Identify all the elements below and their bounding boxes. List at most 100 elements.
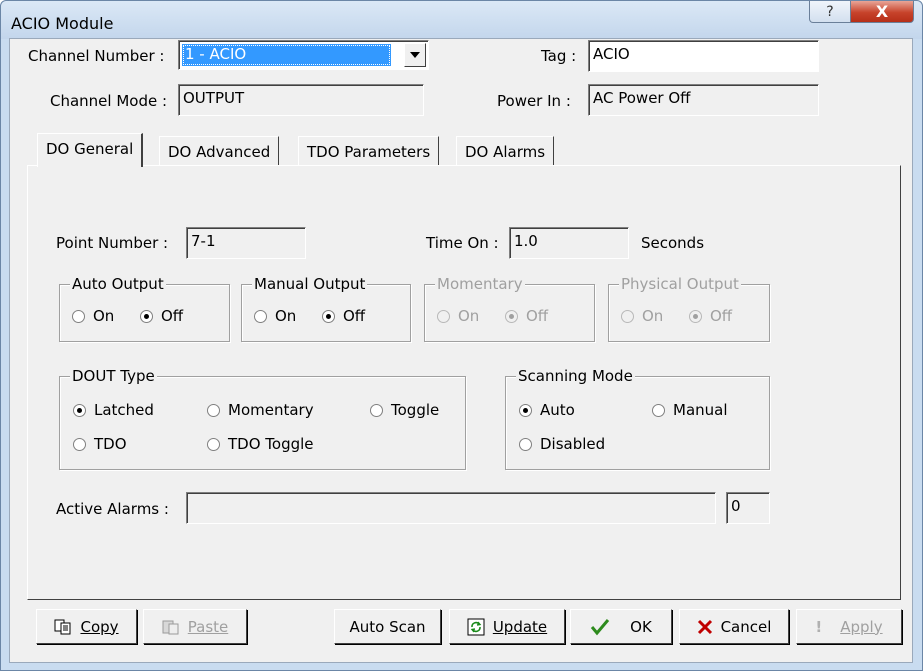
paste-button-label: Paste xyxy=(187,617,229,636)
radio-icon xyxy=(140,309,153,323)
manual-output-off-radio[interactable]: Off xyxy=(322,307,365,325)
tab-do-advanced-label: DO Advanced xyxy=(168,143,271,161)
physical-output-off-radio: Off xyxy=(689,307,732,325)
auto-output-off-radio[interactable]: Off xyxy=(140,307,183,325)
auto-output-on-radio[interactable]: On xyxy=(72,307,114,325)
radio-icon xyxy=(505,309,518,323)
dout-momentary-radio[interactable]: Momentary xyxy=(207,401,314,419)
channel-number-label: Channel Number : xyxy=(28,47,165,65)
chevron-down-icon xyxy=(410,52,420,58)
radio-icon xyxy=(652,403,665,417)
radio-icon xyxy=(519,403,532,417)
channel-number-dropdown-button[interactable] xyxy=(404,43,426,67)
close-icon: X xyxy=(875,2,889,21)
scan-manual-radio[interactable]: Manual xyxy=(652,401,728,419)
radio-label: Toggle xyxy=(391,401,440,419)
dout-type-group: DOUT Type Latched Momentary Toggle TDO T… xyxy=(59,367,466,470)
radio-label: Manual xyxy=(673,401,728,419)
auto-scan-button[interactable]: Auto Scan xyxy=(334,609,441,644)
copy-icon xyxy=(54,619,71,634)
scanning-mode-group: Scanning Mode Auto Manual Disabled xyxy=(505,367,770,470)
title-bar[interactable]: ACIO Module ? X xyxy=(1,1,922,39)
apply-button-label: Apply xyxy=(840,617,883,636)
channel-mode-label: Channel Mode : xyxy=(50,92,168,110)
radio-label: Off xyxy=(526,307,549,325)
power-in-field: AC Power Off xyxy=(588,84,819,116)
dout-toggle-radio[interactable]: Toggle xyxy=(370,401,439,419)
help-button[interactable]: ? xyxy=(809,1,851,23)
power-in-label: Power In : xyxy=(497,92,571,110)
checkmark-icon xyxy=(591,618,610,635)
paste-icon xyxy=(162,620,179,634)
tag-label: Tag : xyxy=(541,47,577,65)
scan-auto-radio[interactable]: Auto xyxy=(519,401,575,419)
radio-icon xyxy=(207,437,220,451)
refresh-icon xyxy=(467,618,485,635)
update-button-label: Update xyxy=(492,617,548,636)
radio-label: Off xyxy=(343,307,366,325)
dout-tdo-toggle-radio[interactable]: TDO Toggle xyxy=(207,435,314,453)
auto-scan-button-label: Auto Scan xyxy=(349,617,426,636)
time-on-unit: Seconds xyxy=(641,234,705,252)
do-general-panel: Point Number : 7-1 Time On : 1.0 Seconds… xyxy=(27,165,901,600)
channel-number-select[interactable]: 1 - ACIO xyxy=(178,40,429,70)
tab-tdo-parameters[interactable]: TDO Parameters xyxy=(298,136,440,166)
copy-button[interactable]: Copy xyxy=(36,609,137,644)
radio-label: On xyxy=(642,307,664,325)
tab-do-general-label: DO General xyxy=(46,140,134,158)
cancel-button-label: Cancel xyxy=(720,617,772,636)
radio-label: Disabled xyxy=(540,435,606,453)
apply-button[interactable]: ! Apply xyxy=(796,609,902,644)
radio-label: TDO xyxy=(94,435,127,453)
window-title: ACIO Module xyxy=(11,14,114,33)
dout-latched-radio[interactable]: Latched xyxy=(73,401,154,419)
ok-button[interactable]: OK xyxy=(570,609,672,644)
momentary-off-radio: Off xyxy=(505,307,548,325)
tab-do-general[interactable]: DO General xyxy=(37,133,144,167)
manual-output-on-radio[interactable]: On xyxy=(254,307,296,325)
manual-output-title: Manual Output xyxy=(252,275,368,293)
momentary-title: Momentary xyxy=(435,275,525,293)
dout-type-title: DOUT Type xyxy=(70,367,157,385)
radio-label: On xyxy=(93,307,115,325)
radio-label: Off xyxy=(161,307,184,325)
radio-icon xyxy=(437,309,450,323)
update-button[interactable]: Update xyxy=(449,609,565,644)
auto-output-group: Auto Output On Off xyxy=(59,275,230,342)
point-number-label: Point Number : xyxy=(56,234,169,252)
radio-label: On xyxy=(275,307,297,325)
radio-label: Off xyxy=(710,307,733,325)
manual-output-group: Manual Output On Off xyxy=(241,275,411,342)
paste-button[interactable]: Paste xyxy=(143,609,247,644)
scanning-mode-title: Scanning Mode xyxy=(516,367,635,385)
tab-tdo-parameters-label: TDO Parameters xyxy=(307,143,431,161)
tab-do-advanced[interactable]: DO Advanced xyxy=(159,136,280,166)
radio-icon xyxy=(254,309,267,323)
tag-input[interactable]: ACIO xyxy=(588,40,819,72)
momentary-on-radio: On xyxy=(437,307,479,325)
channel-number-value: 1 - ACIO xyxy=(182,44,391,66)
radio-icon xyxy=(73,403,86,417)
time-on-field: 1.0 xyxy=(509,227,629,259)
scan-disabled-radio[interactable]: Disabled xyxy=(519,435,605,453)
radio-icon xyxy=(370,403,383,417)
exclamation-icon: ! xyxy=(815,617,823,636)
radio-icon xyxy=(689,309,702,323)
ok-button-label: OK xyxy=(630,617,652,636)
physical-output-group: Physical Output On Off xyxy=(608,275,770,342)
radio-icon xyxy=(73,437,86,451)
close-button[interactable]: X xyxy=(850,1,914,23)
cancel-button[interactable]: Cancel xyxy=(679,609,789,644)
copy-button-label: Copy xyxy=(80,617,119,636)
radio-label: Momentary xyxy=(228,401,314,419)
radio-label: On xyxy=(458,307,480,325)
time-on-label: Time On : xyxy=(426,234,499,252)
tab-do-alarms[interactable]: DO Alarms xyxy=(456,136,555,166)
dout-tdo-radio[interactable]: TDO xyxy=(73,435,127,453)
cancel-x-icon xyxy=(697,619,712,634)
physical-output-on-radio: On xyxy=(621,307,663,325)
radio-icon xyxy=(72,309,85,323)
help-icon: ? xyxy=(826,3,834,20)
physical-output-title: Physical Output xyxy=(619,275,741,293)
tab-do-alarms-label: DO Alarms xyxy=(465,143,546,161)
